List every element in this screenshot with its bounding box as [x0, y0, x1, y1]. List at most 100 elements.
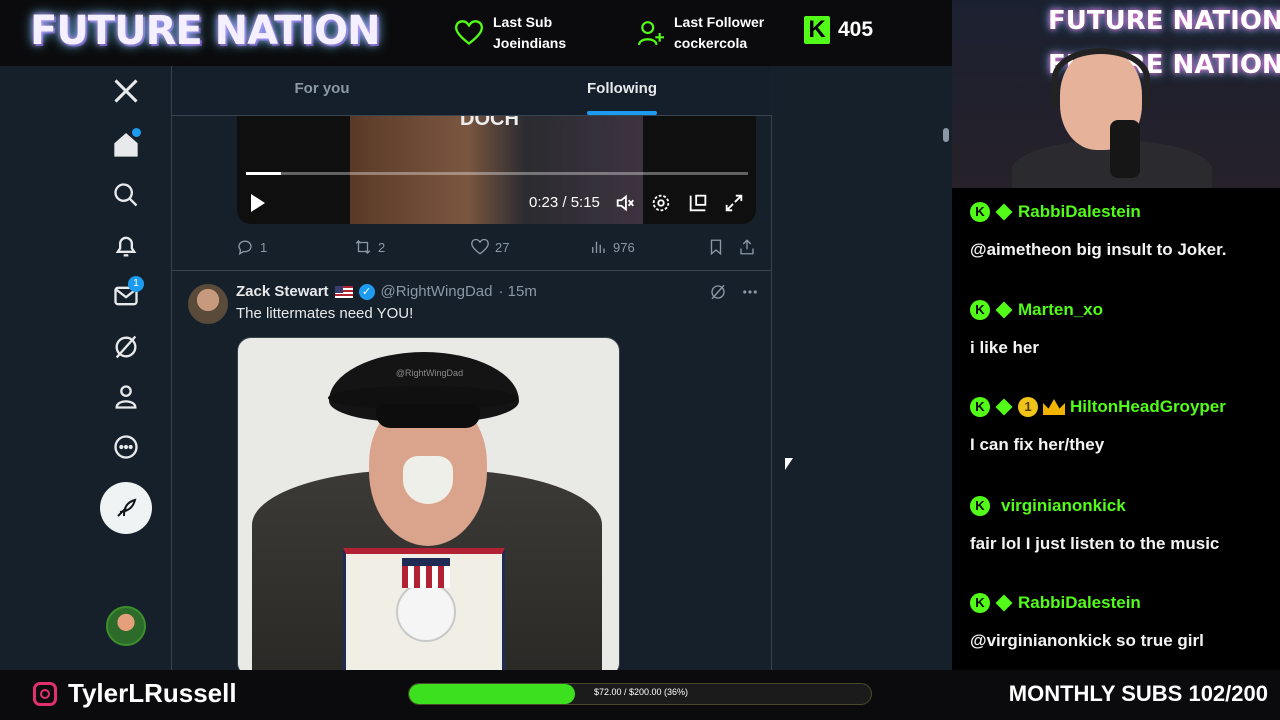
x-app: 1 For you Following 0:23 / 5:15: [0, 66, 952, 670]
image-poster: [343, 548, 505, 670]
poster-uncle-sam-hat: [402, 558, 450, 588]
stream-bottom-bar: TylerLRussell $72.00 / $200.00 (36%) MON…: [0, 670, 1280, 720]
video-progress-bar[interactable]: [246, 172, 748, 175]
repost-count: 2: [378, 239, 386, 255]
kick-chat: K RabbiDalestein @aimetheon big insult t…: [952, 188, 1280, 670]
video-player[interactable]: 0:23 / 5:15: [237, 116, 756, 224]
poster-cat: [396, 582, 456, 642]
tab-for-you[interactable]: For you: [172, 66, 472, 115]
chat-username[interactable]: RabbiDalestein: [1018, 593, 1141, 613]
repost-icon: [355, 240, 371, 254]
video-time: 0:23 / 5:15: [529, 194, 600, 211]
kick-logo-icon: K: [804, 16, 830, 44]
grok-explain-icon[interactable]: [709, 283, 727, 301]
scrollbar-thumb[interactable]: [943, 128, 949, 142]
timeline-tabs: For you Following: [172, 66, 772, 116]
tweet-header: Zack Stewart ✓ @RightWingDad · 15m: [236, 283, 537, 300]
chat-user-line: K 1 HiltonHeadGroyper: [970, 397, 1226, 417]
pip-icon[interactable]: [687, 192, 709, 214]
account-avatar[interactable]: [106, 606, 146, 646]
timeline: For you Following 0:23 / 5:15: [171, 66, 772, 670]
grok-icon[interactable]: [109, 330, 143, 364]
mute-icon[interactable]: [614, 192, 636, 214]
x-logo-icon[interactable]: [109, 74, 143, 108]
chat-text: @aimetheon big insult to Joker.: [970, 240, 1227, 259]
last-follower-value: cockercola: [674, 35, 748, 51]
like-count: 27: [495, 239, 510, 255]
kick-badge-icon: K: [970, 593, 990, 613]
diamond-badge-icon: [995, 301, 1013, 319]
reply-count: 1: [260, 239, 268, 255]
tier-badge-icon: 1: [1018, 397, 1038, 417]
chat-username[interactable]: Marten_xo: [1018, 300, 1103, 320]
verified-badge-icon: ✓: [358, 283, 375, 300]
kick-badge-icon: K: [970, 496, 990, 516]
diamond-badge-icon: [995, 398, 1013, 416]
stream-top-bar: FUTURE NATION Last Sub Joeindians Last F…: [0, 0, 952, 66]
tweet-time[interactable]: · 15m: [498, 283, 536, 300]
page-scrollbar[interactable]: [941, 66, 951, 670]
chat-username[interactable]: RabbiDalestein: [1018, 202, 1141, 222]
chat-user-line: K RabbiDalestein: [970, 593, 1204, 613]
tweet-image[interactable]: @RightWingDad: [237, 337, 620, 670]
chat-user-line: K virginianonkick: [970, 496, 1219, 516]
chat-message: K 1 HiltonHeadGroyper I can fix her/they: [970, 397, 1226, 455]
views-icon: [592, 241, 605, 253]
last-sub-widget: Last Sub Joeindians: [455, 12, 566, 54]
play-icon[interactable]: [251, 194, 265, 212]
author-avatar[interactable]: [188, 284, 228, 324]
reply-button[interactable]: 1: [236, 238, 267, 256]
chat-text: @virginianonkick so true girl: [970, 631, 1204, 650]
more-icon[interactable]: [109, 430, 143, 464]
instagram-handle: TylerLRussell: [68, 678, 237, 708]
diamond-badge-icon: [995, 203, 1013, 221]
chat-text: fair lol I just listen to the music: [970, 534, 1220, 553]
last-follower-widget: Last Follower cockercola: [638, 12, 764, 54]
monthly-subs-counter: MONTHLY SUBS 102/200: [1008, 681, 1268, 706]
repost-button[interactable]: 2: [354, 238, 385, 256]
search-icon[interactable]: [109, 178, 143, 212]
home-icon[interactable]: [109, 128, 143, 162]
webcam-feed: FUTURE NATION FUTURE NATION: [952, 0, 1280, 188]
chat-username[interactable]: virginianonkick: [1001, 496, 1126, 516]
mail-icon[interactable]: 1: [109, 276, 144, 313]
donation-goal-bar: $72.00 / $200.00 (36%): [408, 683, 872, 705]
us-flag-icon: [334, 285, 353, 298]
kick-count-value: 405: [838, 18, 874, 41]
post-button[interactable]: [100, 482, 152, 534]
author-name[interactable]: Zack Stewart: [236, 283, 329, 300]
chat-username[interactable]: HiltonHeadGroyper: [1070, 397, 1226, 417]
more-options-icon[interactable]: [741, 283, 759, 301]
share-icon[interactable]: [738, 238, 756, 256]
settings-icon[interactable]: [650, 192, 672, 214]
image-sunglasses: [376, 404, 480, 428]
image-watermark: @RightWingDad: [395, 368, 464, 378]
instagram-icon: [33, 682, 57, 706]
kick-badge-icon: K: [970, 300, 990, 320]
tweet-text: The littermates need YOU!: [236, 305, 414, 322]
views-count: 976: [613, 239, 635, 255]
reply-icon: [238, 240, 252, 256]
x-sidebar-nav: 1: [92, 66, 162, 670]
mouse-cursor: [785, 458, 793, 470]
add-user-icon: [638, 21, 664, 46]
chat-message: K virginianonkick fair lol I just listen…: [970, 496, 1219, 554]
kick-badge-icon: K: [970, 397, 990, 417]
brand-logo: FUTURE NATION: [30, 8, 381, 54]
neon-sign-1: FUTURE NATION: [1048, 6, 1280, 36]
kick-follower-count: K 405: [804, 16, 873, 44]
fullscreen-icon[interactable]: [723, 192, 745, 214]
chat-message: K Marten_xo i like her: [970, 300, 1103, 358]
home-notification-dot: [132, 128, 141, 137]
bell-icon[interactable]: [109, 229, 143, 263]
tab-following[interactable]: Following: [472, 66, 772, 115]
author-handle[interactable]: @RightWingDad: [381, 283, 493, 300]
chat-message: K RabbiDalestein @aimetheon big insult t…: [970, 202, 1227, 260]
last-sub-value: Joeindians: [493, 35, 567, 51]
profile-icon[interactable]: [109, 380, 143, 414]
views-button[interactable]: 976: [589, 238, 635, 256]
chat-text: i like her: [970, 338, 1039, 357]
diamond-badge-icon: [995, 594, 1013, 612]
bookmark-icon[interactable]: [707, 238, 725, 256]
like-button[interactable]: 27: [471, 238, 509, 256]
